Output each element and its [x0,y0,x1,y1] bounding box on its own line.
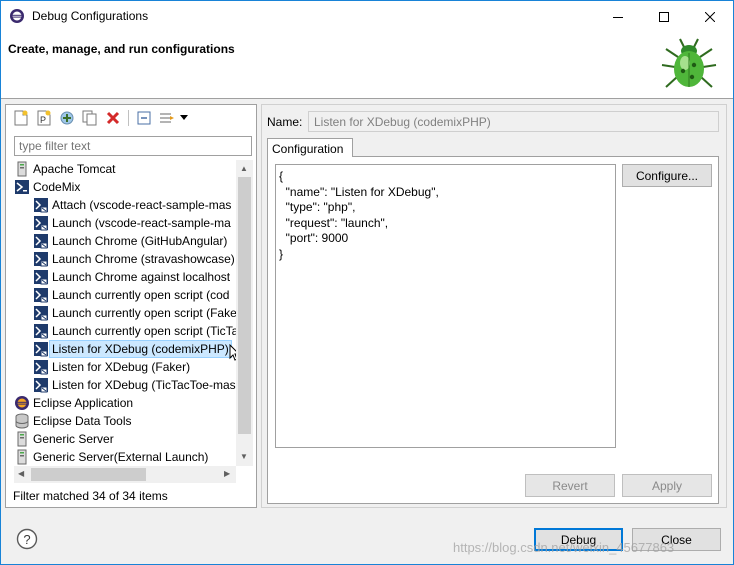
new-configuration-button[interactable] [12,109,30,127]
list-toolbar: P [6,105,256,131]
debug-bug-icon [661,38,717,88]
name-field[interactable]: Listen for XDebug (codemixPHP) [308,111,719,132]
server-icon [17,449,27,465]
codemix-launch-icon [34,270,48,285]
tree-item-label: Launch currently open script (TicTa [52,324,236,338]
tree-item-label: Launch (vscode-react-sample-ma [52,216,231,230]
tab-area: { "name": "Listen for XDebug", "type": "… [267,138,719,504]
new-file-icon [14,110,28,126]
tree-item-label: Launch Chrome against localhost [52,270,231,284]
title-bar: Debug Configurations [1,1,733,32]
eclipse-icon [15,396,29,410]
tab-configuration[interactable]: Configuration [267,138,353,157]
tree-item-label: CodeMix [33,180,81,194]
server-icon [17,431,27,447]
database-icon [15,413,29,429]
configuration-editor-pane: Name: Listen for XDebug (codemixPHP) { "… [261,104,727,508]
codemix-launch-icon [34,306,48,321]
tree-item-label: Listen for XDebug (Faker) [52,360,191,374]
new-prototype-button[interactable]: P [35,109,53,127]
maximize-icon [659,11,669,22]
view-menu-button[interactable] [178,109,190,127]
tree-item-label: Generic Server [33,432,114,446]
tree-horizontal-scrollbar[interactable]: ◀ ▶ [14,466,236,483]
scroll-right-icon[interactable]: ▶ [224,469,230,478]
scroll-left-icon[interactable]: ◀ [18,469,24,478]
collapse-all-icon [137,111,151,125]
codemix-launch-icon [34,252,48,267]
chevron-down-icon [180,115,188,120]
tree-item-label: Launch Chrome (stravashowcase) [52,252,235,266]
server-icon [17,161,27,177]
close-icon [705,11,715,22]
svg-text:P: P [40,115,46,125]
watermark-text: https://blog.csdn.net/weixin_45677863 [453,540,675,555]
minimize-button[interactable] [595,1,641,32]
tree-item-label: Eclipse Data Tools [33,414,132,428]
apply-button[interactable]: Apply [622,474,712,497]
horizontal-scroll-thumb[interactable] [31,468,146,481]
tree-item-label: Launch Chrome (GitHubAngular) [52,234,228,248]
codemix-launch-icon [34,198,48,213]
tree-item-label: Generic Server(External Launch) [33,450,209,464]
configuration-list-pane: P Apache TomcatCodeMixAttach (vs [5,104,257,508]
delete-icon [106,111,120,125]
delete-button[interactable] [104,109,122,127]
maximize-button[interactable] [641,1,687,32]
codemix-launch-icon [34,378,48,393]
codemix-launch-icon [34,342,48,357]
duplicate-button[interactable] [81,109,99,127]
close-window-button[interactable] [687,1,733,32]
tree-item-label: Launch currently open script (Fake [52,306,236,320]
help-icon[interactable]: ? [16,528,38,550]
scroll-up-icon[interactable]: ▲ [240,164,248,173]
svg-text:?: ? [23,532,30,547]
tree-item-label: Eclipse Application [33,396,134,410]
debug-configurations-window: Debug Configurations Create, manage, and… [0,0,734,565]
mouse-cursor-icon [229,344,236,361]
filter-input[interactable] [14,136,252,156]
revert-button[interactable]: Revert [525,474,615,497]
tree-item-label: Launch currently open script (cod [52,288,230,302]
scroll-down-icon[interactable]: ▼ [240,452,248,461]
minimize-icon [613,16,623,18]
filter-status-text: Filter matched 34 of 34 items [13,489,168,503]
window-title: Debug Configurations [32,9,149,23]
configuration-tab-panel: { "name": "Listen for XDebug", "type": "… [267,156,719,504]
configure-button[interactable]: Configure... [622,164,712,187]
export-icon [60,111,74,125]
tree-item-label: Listen for XDebug (TicTacToe-mas [52,378,236,392]
tree-vertical-scrollbar[interactable]: ▲ ▼ [236,160,253,466]
tree-item-label: Apache Tomcat [33,162,116,176]
vertical-scroll-thumb[interactable] [238,177,251,434]
filter-button[interactable] [158,109,176,127]
codemix-launch-icon [34,288,48,303]
banner-title: Create, manage, and run configurations [8,42,235,56]
codemix-launch-icon [34,324,48,339]
collapse-all-button[interactable] [135,109,153,127]
codemix-launch-icon [34,360,48,375]
codemix-launch-icon [34,234,48,249]
new-prototype-icon: P [37,110,51,126]
filter-icon [160,113,174,123]
tree-item-label: Attach (vscode-react-sample-mas [52,198,232,212]
codemix-icon [15,180,29,194]
name-label: Name: [267,115,303,129]
tree-item-label: Listen for XDebug (codemixPHP) [49,340,232,358]
duplicate-icon [82,110,97,126]
configuration-tree: Apache Tomcat CodeMix Attach (vscode-react… [14,160,236,466]
export-button[interactable] [58,109,76,127]
configuration-json-editor[interactable]: { "name": "Listen for XDebug", "type": "… [275,164,616,448]
codemix-launch-icon [34,216,48,231]
eclipse-app-icon [10,9,24,23]
header-banner: Create, manage, and run configurations [1,32,733,99]
toolbar-separator [128,110,129,126]
